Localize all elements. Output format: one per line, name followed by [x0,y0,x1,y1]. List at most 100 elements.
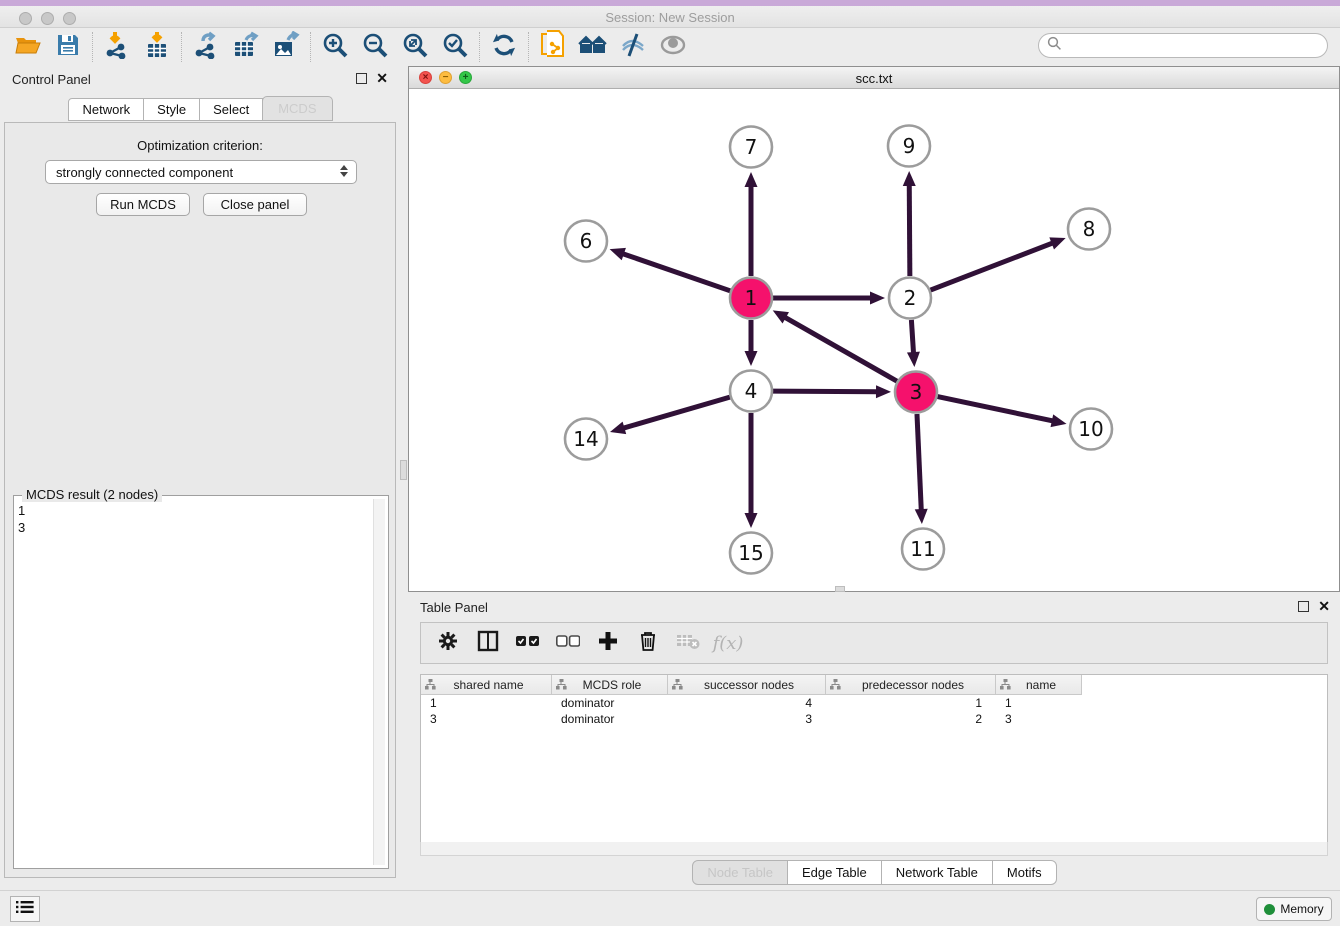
column-header-name[interactable]: name [996,675,1082,695]
vertical-split-handle[interactable] [400,460,407,480]
graph-edge-3-1[interactable] [773,310,897,381]
function-builder-button[interactable]: f(x) [711,626,745,660]
graph-node-3[interactable]: 3 [895,372,937,413]
cell-successor-nodes[interactable]: 4 [668,695,826,711]
close-panel-icon[interactable]: ✕ [1318,601,1330,612]
show-graphics-button[interactable] [653,31,693,63]
select-all-button[interactable] [511,626,545,660]
cell-shared-name[interactable]: 3 [421,711,552,727]
table-horizontal-scrollbar[interactable] [420,842,1328,856]
table-panel: Table Panel ✕ [408,592,1340,890]
graph-node-4[interactable]: 4 [730,371,772,412]
graph-edge-3-10[interactable] [938,397,1067,428]
cell-MCDS-role[interactable]: dominator [552,695,668,711]
tab-style[interactable]: Style [143,98,200,121]
cell-shared-name[interactable]: 1 [421,695,552,711]
control-panel: Control Panel ✕ NetworkStyleSelectMCDS O… [0,66,400,882]
graph-node-6[interactable]: 6 [565,221,607,262]
import-network-button[interactable] [97,31,137,63]
cell-name[interactable]: 1 [996,695,1082,711]
column-header-successor-nodes[interactable]: successor nodes [668,675,826,695]
graph-edge-4-15[interactable] [745,413,758,528]
zoom-out-button[interactable] [355,31,395,63]
table-settings-button[interactable] [431,626,465,660]
apply-layout-button[interactable] [484,31,524,63]
delete-table-button[interactable] [671,626,705,660]
graph-edge-2-3[interactable] [907,320,920,367]
graph-edge-2-8[interactable] [931,237,1066,290]
task-history-button[interactable] [10,896,40,922]
export-network-button[interactable] [186,31,226,63]
export-table-button[interactable] [226,31,266,63]
graph-node-7[interactable]: 7 [730,127,772,168]
graph-edge-4-14[interactable] [610,397,730,434]
cell-name[interactable]: 3 [996,711,1082,727]
search-icon [1047,36,1062,56]
tab-select[interactable]: Select [199,98,263,121]
column-header-shared-name[interactable]: shared name [421,675,552,695]
svg-text:1: 1 [745,286,758,310]
table-row[interactable]: 1dominator411 [421,695,1327,711]
status-bar: Memory [0,890,1340,926]
graph-edge-1-6[interactable] [610,248,731,291]
save-session-button[interactable] [48,31,88,63]
select-stepper-icon [340,165,348,177]
tab-network[interactable]: Network [68,98,144,121]
delete-row-button[interactable] [631,626,665,660]
graph-edge-1-2[interactable] [773,292,885,305]
optimization-criterion-select[interactable]: strongly connected component [45,160,357,184]
float-panel-icon[interactable] [356,73,367,84]
add-row-button[interactable] [591,626,625,660]
tab-mcds[interactable]: MCDS [262,96,332,121]
search-box[interactable] [1038,33,1328,58]
graph-edge-1-7[interactable] [745,172,758,276]
close-panel-button[interactable]: Close panel [203,193,307,216]
import-table-button[interactable] [137,31,177,63]
split-columns-button[interactable] [471,626,505,660]
deselect-all-button[interactable] [551,626,585,660]
open-file-button[interactable] [8,31,48,63]
search-input[interactable] [1062,38,1312,53]
export-image-button[interactable] [266,31,306,63]
close-panel-icon[interactable]: ✕ [376,73,388,84]
cell-predecessor-nodes[interactable]: 2 [826,711,996,727]
graph-edge-4-3[interactable] [773,385,891,398]
tab-motifs[interactable]: Motifs [992,860,1057,885]
graph-edge-3-11[interactable] [915,414,928,524]
float-panel-icon[interactable] [1298,601,1309,612]
network-window-titlebar[interactable]: × − + scc.txt [409,67,1339,89]
column-header-MCDS-role[interactable]: MCDS role [552,675,668,695]
graph-node-10[interactable]: 10 [1070,409,1112,450]
zoom-fit-button[interactable] [395,31,435,63]
memory-button[interactable]: Memory [1256,897,1332,921]
tab-node-table[interactable]: Node Table [692,860,788,885]
cell-predecessor-nodes[interactable]: 1 [826,695,996,711]
tab-network-table[interactable]: Network Table [881,860,993,885]
graph-node-14[interactable]: 14 [565,419,607,460]
run-mcds-button[interactable]: Run MCDS [96,193,190,216]
cell-successor-nodes[interactable]: 3 [668,711,826,727]
graph-edge-2-9[interactable] [903,171,916,276]
network-view-title: scc.txt [409,71,1339,86]
node-table[interactable]: shared nameMCDS rolesuccessor nodesprede… [420,674,1328,856]
graph-edge-1-4[interactable] [745,320,758,366]
network-graph-canvas[interactable]: 7 9 6 8 1 2 4 3 14 10 15 11 [409,89,1339,591]
clone-network-button[interactable] [533,31,573,63]
graph-node-11[interactable]: 11 [902,529,944,570]
network-overview-button[interactable] [573,31,613,63]
graph-node-9[interactable]: 9 [888,126,930,167]
tab-edge-table[interactable]: Edge Table [787,860,882,885]
zoom-selected-button[interactable] [435,31,475,63]
graph-node-2[interactable]: 2 [889,278,931,319]
table-row[interactable]: 3dominator323 [421,711,1327,727]
graph-node-1[interactable]: 1 [730,278,772,319]
graph-node-8[interactable]: 8 [1068,209,1110,250]
cell-MCDS-role[interactable]: dominator [552,711,668,727]
column-header-predecessor-nodes[interactable]: predecessor nodes [826,675,996,695]
zoom-in-button[interactable] [315,31,355,63]
svg-text:11: 11 [910,537,935,561]
hide-graphics-button[interactable] [613,31,653,63]
graph-node-15[interactable]: 15 [730,533,772,574]
mcds-panel: Optimization criterion: strongly connect… [4,122,396,878]
result-scrollbar[interactable] [373,499,385,865]
